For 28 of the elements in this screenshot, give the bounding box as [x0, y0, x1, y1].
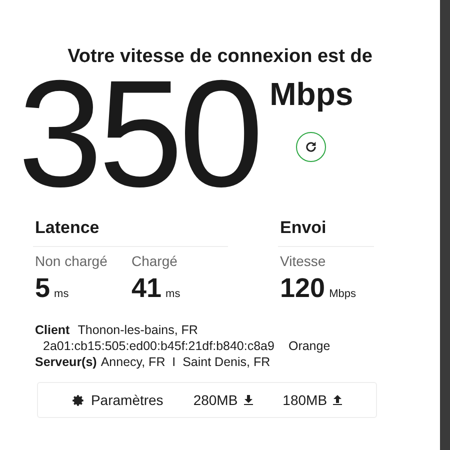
section-title: Latence — [33, 218, 228, 247]
client-location: Thonon-les-bains, FR — [78, 322, 198, 338]
metric-label: Chargé — [132, 253, 178, 269]
metric-value: 120 — [280, 273, 326, 304]
upload-amount: 180MB — [282, 392, 328, 408]
metric-value: 5 — [35, 273, 50, 304]
refresh-button[interactable] — [296, 132, 326, 162]
metric-value: 41 — [132, 273, 162, 304]
client-address: 2a01:cb15:505:ed00:b45f:21df:b840:c8a9 — [43, 338, 274, 354]
settings-button[interactable]: Paramètres — [72, 392, 164, 408]
speed-value: 350 — [18, 70, 260, 198]
download-amount: 280MB — [193, 392, 238, 408]
metric-label: Vitesse — [280, 253, 327, 269]
refresh-icon — [304, 140, 318, 154]
metric-unit: ms — [54, 288, 69, 300]
download-icon — [244, 395, 253, 405]
metric-unit: ms — [166, 288, 180, 300]
metric-label: Non chargé — [35, 253, 108, 269]
client-isp: Orange — [288, 338, 330, 354]
section-title: Envoi — [278, 218, 374, 247]
servers-label: Serveur(s) — [35, 354, 97, 370]
metric-unit: Mbps — [329, 288, 356, 300]
upload-icon — [333, 395, 342, 405]
servers-list: Annecy, FR I Saint Denis, FR — [100, 354, 270, 370]
gear-icon — [72, 394, 85, 406]
speed-unit: Mbps — [270, 76, 354, 112]
headline: Votre vitesse de connexion est de — [66, 46, 374, 68]
client-label: Client — [35, 322, 70, 338]
